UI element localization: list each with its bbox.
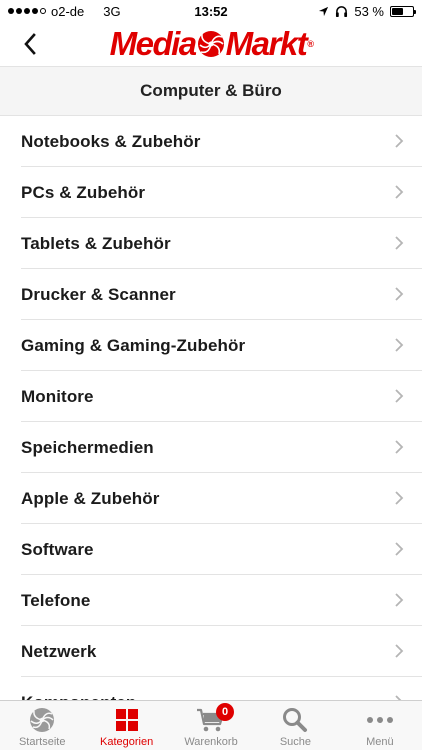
home-disc-icon bbox=[27, 705, 57, 735]
logo-text-markt: Markt bbox=[225, 25, 308, 62]
carrier-name: o2-de bbox=[51, 3, 85, 19]
category-item-label: Telefone bbox=[21, 590, 91, 610]
category-list: Notebooks & Zubehör PCs & Zubehör Tablets … bbox=[0, 116, 422, 700]
back-button[interactable] bbox=[14, 28, 46, 60]
battery-percentage: 53 % bbox=[354, 3, 384, 19]
registered-mark: ® bbox=[307, 39, 314, 49]
category-item[interactable]: PCs & Zubehör bbox=[0, 167, 422, 218]
category-item[interactable]: Notebooks & Zubehör bbox=[0, 116, 422, 167]
category-item-label: Notebooks & Zubehör bbox=[21, 131, 201, 151]
category-item-label: Drucker & Scanner bbox=[21, 284, 176, 304]
mediamarkt-logo: Media Markt ® bbox=[109, 24, 314, 64]
category-item[interactable]: Telefone bbox=[0, 575, 422, 626]
tab-label-startseite: Startseite bbox=[18, 736, 66, 748]
grid-icon bbox=[112, 705, 142, 735]
tab-label-kategorien: Kategorien bbox=[100, 736, 154, 748]
chevron-right-icon bbox=[395, 185, 404, 199]
headphones-icon bbox=[336, 6, 348, 17]
app-header: Media Markt ® bbox=[0, 22, 422, 66]
category-item[interactable]: Drucker & Scanner bbox=[0, 269, 422, 320]
category-item-label: Speichermedien bbox=[21, 437, 154, 457]
chevron-right-icon bbox=[395, 491, 404, 505]
signal-strength-icon bbox=[8, 8, 46, 14]
tab-kategorien[interactable]: Kategorien bbox=[84, 701, 168, 750]
status-left: o2-de 3G bbox=[8, 4, 121, 19]
category-item[interactable]: Netzwerk bbox=[0, 626, 422, 677]
chevron-right-icon bbox=[395, 134, 404, 148]
chevron-right-icon bbox=[395, 338, 404, 352]
category-item[interactable]: Apple & Zubehör bbox=[0, 473, 422, 524]
logo-text-media: Media bbox=[109, 25, 198, 62]
tab-menu[interactable]: Menü bbox=[338, 701, 422, 750]
category-item-label: Netzwerk bbox=[21, 641, 97, 661]
tab-label-warenkorb: Warenkorb bbox=[184, 736, 238, 748]
category-item[interactable]: Komponenten bbox=[0, 677, 422, 700]
battery-level bbox=[392, 7, 403, 15]
tab-label-suche: Suche bbox=[279, 736, 312, 748]
category-item-label: Gaming & Gaming-Zubehör bbox=[21, 335, 246, 355]
chevron-left-icon bbox=[24, 33, 36, 55]
chevron-right-icon bbox=[395, 389, 404, 403]
category-item[interactable]: Tablets & Zubehör bbox=[0, 218, 422, 269]
category-item-label: Software bbox=[21, 539, 94, 559]
chevron-right-icon bbox=[395, 440, 404, 454]
category-item-label: Monitore bbox=[21, 386, 94, 406]
tab-startseite[interactable]: Startseite bbox=[0, 701, 84, 750]
cart-count-badge: 0 bbox=[216, 703, 235, 721]
status-bar: o2-de 3G 13:52 53 % bbox=[0, 0, 422, 22]
tab-bar: Startseite Kategorien 0 Warenkorb Suche … bbox=[0, 700, 422, 750]
chevron-right-icon bbox=[395, 644, 404, 658]
battery-icon bbox=[390, 5, 416, 17]
chevron-right-icon bbox=[395, 593, 404, 607]
tab-suche[interactable]: Suche bbox=[253, 701, 337, 750]
chevron-right-icon bbox=[395, 236, 404, 250]
chevron-right-icon bbox=[395, 287, 404, 301]
category-item[interactable]: Speichermedien bbox=[0, 422, 422, 473]
more-dots-icon bbox=[365, 705, 395, 735]
category-item[interactable]: Monitore bbox=[0, 371, 422, 422]
category-item-label: PCs & Zubehör bbox=[21, 182, 146, 202]
search-icon bbox=[280, 705, 310, 735]
network-type: 3G bbox=[103, 3, 121, 19]
category-item-label: Komponenten bbox=[21, 693, 136, 701]
logo-disc-icon bbox=[197, 31, 224, 57]
category-item-label: Tablets & Zubehör bbox=[21, 233, 171, 253]
status-right: 53 % bbox=[318, 3, 416, 19]
chevron-right-icon bbox=[395, 542, 404, 556]
category-item[interactable]: Gaming & Gaming-Zubehör bbox=[0, 320, 422, 371]
location-arrow-icon bbox=[319, 6, 329, 16]
page-title: Computer & Büro bbox=[0, 66, 422, 116]
category-item[interactable]: Software bbox=[0, 524, 422, 575]
tab-warenkorb[interactable]: 0 Warenkorb bbox=[169, 701, 253, 750]
tab-label-menu: Menü bbox=[366, 736, 394, 748]
category-item-label: Apple & Zubehör bbox=[21, 488, 160, 508]
